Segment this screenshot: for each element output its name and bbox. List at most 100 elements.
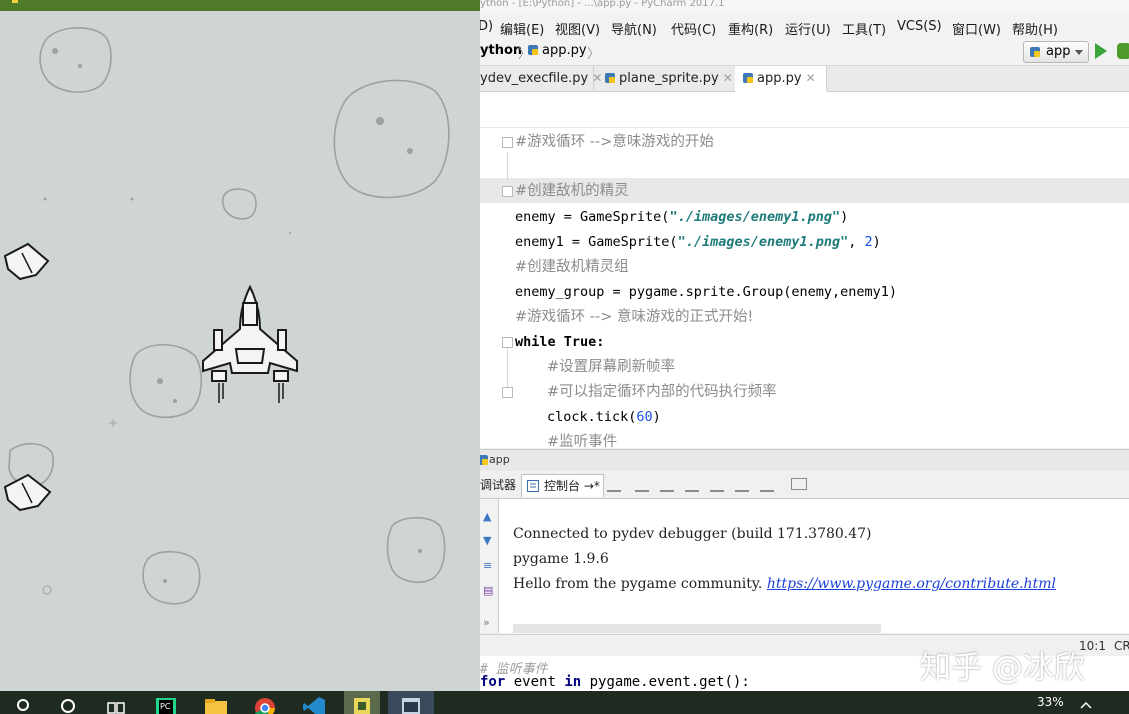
game-canvas[interactable]: + — [0, 11, 480, 691]
show-execution-point-icon[interactable] — [607, 478, 621, 492]
menu-help[interactable]: 帮助(H) — [1012, 19, 1058, 38]
enemy-plane — [3, 242, 50, 281]
code-editor[interactable]: #游戏循环 -->意味游戏的开始 #创建敌机的精灵 enemy = GameSp… — [480, 92, 1129, 448]
console-icon — [527, 480, 539, 492]
soft-wrap-icon[interactable]: ≡ — [483, 560, 494, 571]
tab-debugger[interactable]: 调试器 — [480, 474, 516, 496]
menu-navigate[interactable]: 导航(N) — [611, 19, 657, 38]
code-line: #创建敌机的精灵 — [515, 183, 629, 199]
arrow-up-icon[interactable]: ▲ — [483, 511, 494, 522]
enemy-plane — [3, 473, 52, 512]
close-icon[interactable]: ✕ — [723, 71, 733, 85]
run-configuration-select[interactable]: app — [1023, 41, 1089, 63]
hero-plane — [202, 284, 298, 403]
python-file-icon — [605, 73, 615, 83]
step-into-icon[interactable] — [660, 478, 674, 492]
breadcrumb-file-label: app.py — [542, 43, 587, 58]
pycharm-icon[interactable]: PC — [155, 695, 177, 714]
chevron-up-icon[interactable] — [1078, 695, 1094, 714]
battery-percentage[interactable]: 33% — [1037, 695, 1064, 709]
tab-label: ydev_execfile.py — [480, 71, 589, 86]
breadcrumb-project[interactable]: ython — [480, 43, 522, 58]
svg-text:+: + — [108, 416, 118, 430]
python-config-icon — [1030, 47, 1040, 57]
menu-view[interactable]: 视图(V) — [555, 19, 600, 38]
debug-button[interactable] — [1117, 43, 1129, 59]
menu-edit[interactable]: 编辑(E) — [500, 19, 544, 38]
search-icon[interactable] — [14, 695, 32, 714]
code-line: enemy1 = GameSprite("./images/enemy1.png… — [515, 234, 881, 250]
chevron-down-icon — [1075, 50, 1083, 55]
console-line: Connected to pydev debugger (build 171.3… — [513, 526, 872, 542]
run-config-label: app — [1046, 44, 1071, 59]
tab-pydev-execfile[interactable]: ydev_execfile.py ✕ — [480, 66, 602, 90]
run-button[interactable] — [1095, 43, 1107, 59]
fold-marker[interactable] — [502, 186, 513, 197]
code-line: #可以指定循环内部的代码执行频率 — [547, 384, 777, 400]
menu-vcs[interactable]: VCS(S) — [897, 19, 942, 34]
code-line: #游戏循环 --> 意味游戏的正式开始! — [515, 309, 754, 325]
tab-console[interactable]: 控制台 →* — [521, 474, 604, 497]
console-line: pygame 1.9.6 — [513, 551, 609, 567]
game-scene: + — [3, 26, 450, 605]
menu-window[interactable]: 窗口(W) — [952, 19, 1001, 38]
force-step-into-icon[interactable] — [710, 478, 724, 492]
menu-run[interactable]: 运行(U) — [785, 19, 831, 38]
chrome-icon[interactable] — [254, 695, 276, 714]
step-over-icon[interactable] — [635, 478, 649, 492]
code-line: #设置屏幕刷新帧率 — [547, 359, 676, 375]
pygame-app-icon — [354, 698, 370, 714]
tab-console-label: 控制台 →* — [544, 479, 600, 493]
python-config-icon — [480, 455, 488, 465]
tab-label: app.py — [757, 71, 802, 86]
menu-code[interactable]: 代码(C) — [671, 19, 716, 38]
code-line: while True: — [515, 334, 605, 350]
evaluate-expression-icon[interactable] — [791, 478, 807, 490]
close-icon[interactable]: ✕ — [806, 71, 816, 85]
ide-title: ython - [E:\Python] - ...\app.py - PyCha… — [480, 0, 1129, 13]
more-icon[interactable]: » — [483, 617, 494, 628]
menu-tools[interactable]: 工具(T) — [842, 19, 886, 38]
navigation-bar: ython 〉 app.py 〉 app — [480, 40, 1129, 66]
fold-marker[interactable] — [502, 387, 513, 398]
tab-label: plane_sprite.py — [619, 71, 719, 86]
task-view-icon[interactable] — [106, 695, 126, 714]
code-line: #游戏循环 -->意味游戏的开始 — [515, 134, 714, 150]
tab-app[interactable]: app.py ✕ — [735, 66, 827, 92]
meteor-right — [386, 516, 446, 583]
pygame-app-button[interactable] — [344, 691, 380, 714]
game-window-titlebar[interactable] — [0, 0, 480, 11]
menu-refactor[interactable]: 重构(R) — [728, 19, 773, 38]
svg-text:PC: PC — [160, 702, 171, 711]
tab-plane-sprite[interactable]: plane_sprite.py ✕ — [597, 66, 738, 90]
vscode-icon[interactable] — [302, 695, 326, 714]
breadcrumb-file[interactable]: app.py — [527, 43, 587, 58]
ide-app-button[interactable] — [388, 691, 434, 714]
pygame-contribute-link[interactable]: https://www.pygame.org/contribute.html — [767, 576, 1056, 592]
run-to-cursor-icon[interactable] — [760, 478, 774, 492]
code-line: #创建敌机精灵组 — [515, 259, 629, 275]
horizontal-scrollbar[interactable] — [513, 624, 881, 633]
step-out-icon[interactable] — [735, 478, 749, 492]
line-separator[interactable]: CR — [1114, 639, 1129, 653]
watermark: 知乎 @冰欣 — [920, 650, 1085, 686]
python-file-icon — [743, 73, 753, 83]
console-line: Hello from the pygame community. https:/… — [513, 576, 1056, 592]
fold-marker[interactable] — [502, 137, 513, 148]
ide-app-icon — [402, 698, 420, 714]
meteor-small — [221, 188, 257, 220]
code-line: #监听事件 — [547, 434, 618, 448]
run-panel-toolbar: 调试器 控制台 →* — [480, 471, 1129, 499]
print-icon[interactable]: ▤ — [483, 585, 494, 596]
menu-bar: D) 编辑(E) 视图(V) 导航(N) 代码(C) 重构(R) 运行(U) 工… — [480, 14, 1129, 40]
taskbar: PC 33% — [0, 691, 1129, 714]
file-explorer-icon[interactable] — [204, 695, 228, 714]
run-panel-side-toolbar: ▲ ▼ ≡ ▤ » — [480, 499, 499, 633]
fold-marker[interactable] — [502, 337, 513, 348]
arrow-down-icon[interactable]: ▼ — [483, 535, 494, 546]
cortana-icon[interactable] — [59, 695, 77, 714]
step-into-my-code-icon[interactable] — [685, 478, 699, 492]
meteor-medium — [129, 344, 203, 419]
console-output[interactable]: Connected to pydev debugger (build 171.3… — [499, 499, 1129, 633]
menu-file[interactable]: D) — [480, 19, 493, 34]
